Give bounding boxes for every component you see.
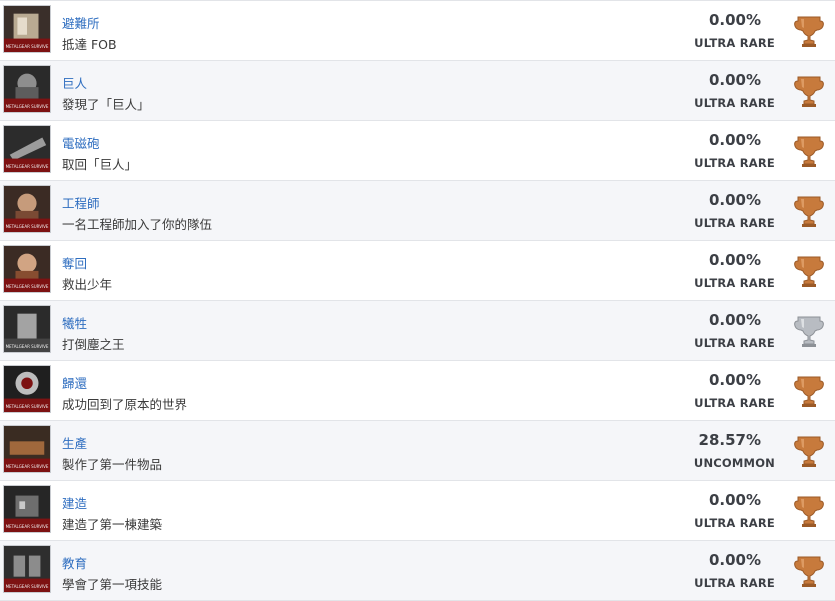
trophy-description: 救出少年 [62, 277, 113, 292]
trophy-description: 成功回到了原本的世界 [62, 397, 188, 412]
bronze-trophy-icon [793, 553, 825, 589]
trophy-title-link[interactable]: 巨人 [62, 73, 87, 92]
bronze-trophy-icon [793, 13, 825, 49]
trophy-list: METALGEAR SURVIVE 避難所抵達 FOB 0.00% ULTRA RAR… [0, 0, 835, 601]
trophy-percent: 0.00% [708, 251, 761, 269]
trophy-rarity: ULTRA RARE [694, 96, 775, 110]
trophy-row: METALGEAR SURVIVE 建造建造了第一棟建築 0.00% ULTRA RA… [0, 481, 835, 541]
trophy-title-link[interactable]: 電磁砲 [62, 133, 100, 152]
thumb-logo: METALGEAR SURVIVE [6, 44, 49, 49]
trophy-rarity: ULTRA RARE [694, 396, 775, 410]
trophy-description: 建造了第一棟建築 [62, 517, 163, 532]
trophy-percent: 0.00% [708, 71, 761, 89]
trophy-description: 取回「巨人」 [62, 157, 138, 172]
trophy-description: 製作了第一件物品 [62, 457, 163, 472]
dust-king-icon[interactable]: METALGEAR SURVIVE [3, 305, 51, 353]
thumb-logo: METALGEAR SURVIVE [6, 524, 49, 529]
trophy-title-link[interactable]: 犧牲 [62, 313, 87, 332]
trophy-row: METALGEAR SURVIVE 奪回救出少年 0.00% ULTRA RARE [0, 241, 835, 301]
trophy-percent: 0.00% [708, 191, 761, 209]
giant-mech-icon[interactable]: METALGEAR SURVIVE [3, 65, 51, 113]
thumb-logo: METALGEAR SURVIVE [6, 584, 49, 589]
silver-trophy-icon [793, 313, 825, 349]
trophy-row: METALGEAR SURVIVE 犧牲打倒塵之王 0.00% ULTRA RARE [0, 301, 835, 361]
thumb-logo: METALGEAR SURVIVE [6, 464, 49, 469]
thumb-logo: METALGEAR SURVIVE [6, 404, 49, 409]
return-world-icon[interactable]: METALGEAR SURVIVE [3, 365, 51, 413]
trophy-rarity: ULTRA RARE [694, 156, 775, 170]
trophy-percent: 0.00% [708, 551, 761, 569]
trophy-rarity: ULTRA RARE [694, 216, 775, 230]
thumb-logo: METALGEAR SURVIVE [6, 164, 49, 169]
trophy-percent: 0.00% [708, 371, 761, 389]
engineer-portrait-icon[interactable]: METALGEAR SURVIVE [3, 185, 51, 233]
trophy-title-link[interactable]: 教育 [62, 553, 87, 572]
trophy-description: 學會了第一項技能 [62, 577, 163, 592]
thumb-logo: METALGEAR SURVIVE [6, 104, 49, 109]
trophy-percent: 0.00% [708, 491, 761, 509]
bronze-trophy-icon [793, 373, 825, 409]
bronze-trophy-icon [793, 253, 825, 289]
building-icon[interactable]: METALGEAR SURVIVE [3, 485, 51, 533]
rescue-portrait-icon[interactable]: METALGEAR SURVIVE [3, 245, 51, 293]
trophy-description: 發現了「巨人」 [62, 97, 150, 112]
trophy-row: METALGEAR SURVIVE 避難所抵達 FOB 0.00% ULTRA RAR… [0, 1, 835, 61]
trophy-rarity: UNCOMMON [693, 456, 775, 470]
trophy-row: METALGEAR SURVIVE 生產製作了第一件物品 28.57% UNCOMMO… [0, 421, 835, 481]
trophy-row: METALGEAR SURVIVE 巨人發現了「巨人」 0.00% ULTRA RAR… [0, 61, 835, 121]
trophy-title-link[interactable]: 奪回 [62, 253, 87, 272]
trophy-percent: 0.00% [708, 131, 761, 149]
thumb-logo: METALGEAR SURVIVE [6, 344, 49, 349]
trophy-title-link[interactable]: 生產 [62, 433, 87, 452]
trophy-description: 打倒塵之王 [62, 337, 125, 352]
trophy-title-link[interactable]: 工程師 [62, 193, 100, 212]
trophy-rarity: ULTRA RARE [694, 336, 775, 350]
trophy-row: METALGEAR SURVIVE 歸還成功回到了原本的世界 0.00% ULTRA … [0, 361, 835, 421]
trophy-rarity: ULTRA RARE [694, 276, 775, 290]
trophy-title-link[interactable]: 避難所 [62, 13, 100, 32]
bronze-trophy-icon [793, 73, 825, 109]
trophy-description: 一名工程師加入了你的隊伍 [62, 217, 213, 232]
trophy-row: METALGEAR SURVIVE 工程師一名工程師加入了你的隊伍 0.00% ULT… [0, 181, 835, 241]
workbench-icon[interactable]: METALGEAR SURVIVE [3, 425, 51, 473]
trophy-percent: 28.57% [698, 431, 761, 449]
trophy-percent: 0.00% [708, 311, 761, 329]
trophy-title-link[interactable]: 建造 [62, 493, 87, 512]
bronze-trophy-icon [793, 433, 825, 469]
trophy-title-link[interactable]: 歸還 [62, 373, 87, 392]
trophy-rarity: ULTRA RARE [694, 36, 775, 50]
trophy-rarity: ULTRA RARE [694, 576, 775, 590]
trophy-rarity: ULTRA RARE [694, 516, 775, 530]
trophy-description: 抵達 FOB [62, 37, 117, 52]
bronze-trophy-icon [793, 133, 825, 169]
thumb-logo: METALGEAR SURVIVE [6, 284, 49, 289]
trophy-row: METALGEAR SURVIVE 電磁砲取回「巨人」 0.00% ULTRA RAR… [0, 121, 835, 181]
fob-shelter-icon[interactable]: METALGEAR SURVIVE [3, 5, 51, 53]
trophy-row: METALGEAR SURVIVE 教育學會了第一項技能 0.00% ULTRA RA… [0, 541, 835, 601]
bronze-trophy-icon [793, 193, 825, 229]
trophy-percent: 0.00% [708, 11, 761, 29]
thumb-logo: METALGEAR SURVIVE [6, 224, 49, 229]
railgun-icon[interactable]: METALGEAR SURVIVE [3, 125, 51, 173]
skill-book-icon[interactable]: METALGEAR SURVIVE [3, 545, 51, 593]
bronze-trophy-icon [793, 493, 825, 529]
